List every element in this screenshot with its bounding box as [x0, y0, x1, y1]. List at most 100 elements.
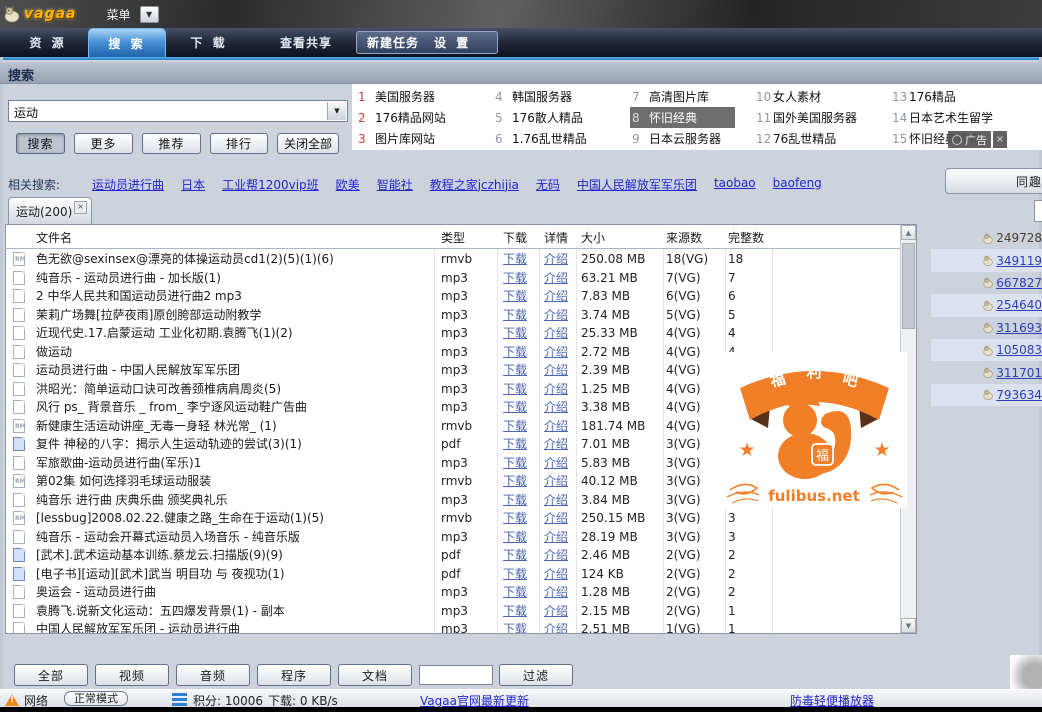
user-list-item[interactable]: 793634 — [931, 384, 1042, 406]
related-search-link[interactable]: baofeng — [773, 176, 822, 193]
download-link[interactable]: 下载 — [503, 583, 527, 602]
search-combobox[interactable]: 运动 ▼ — [8, 100, 348, 122]
table-row[interactable]: 近现代史.17.启蒙运动 工业化初期.袁腾飞(1)(2) mp3 下载 介绍 2… — [6, 324, 900, 343]
scrollbar-thumb[interactable] — [902, 243, 915, 329]
download-link[interactable]: 下载 — [503, 380, 527, 399]
download-link[interactable]: 下载 — [503, 602, 527, 621]
filter-all-button[interactable]: 全部 — [14, 664, 88, 686]
user-id-link[interactable]: 254640 — [996, 298, 1042, 312]
user-list-item[interactable]: 349119 — [931, 249, 1042, 271]
recommend-button[interactable]: 推荐 — [142, 133, 201, 154]
detail-link[interactable]: 介绍 — [544, 343, 568, 362]
related-search-link[interactable]: 运动员进行曲 — [92, 176, 164, 193]
detail-link[interactable]: 介绍 — [544, 509, 568, 528]
menu-label[interactable]: 菜单 — [107, 6, 131, 23]
detail-link[interactable]: 介绍 — [544, 361, 568, 380]
scroll-down-icon[interactable]: ▼ — [901, 618, 916, 633]
download-link[interactable]: 下载 — [503, 417, 527, 436]
detail-link[interactable]: 介绍 — [544, 454, 568, 473]
server-ad-item[interactable]: 3 图片库网站 — [356, 128, 440, 149]
search-button[interactable]: 搜索 — [16, 133, 65, 154]
server-ad-item[interactable]: 14 日本艺术生留学 — [890, 107, 998, 128]
header-download[interactable]: 下载 — [503, 229, 527, 246]
header-type[interactable]: 类型 — [441, 229, 465, 246]
table-row[interactable]: 纯音乐 - 运动会开幕式运动员入场音乐 - 纯音乐版 mp3 下载 介绍 28.… — [6, 528, 900, 547]
filter-video-button[interactable]: 视频 — [95, 664, 169, 686]
header-size[interactable]: 大小 — [581, 229, 605, 246]
server-ad-item[interactable]: 7 高清图片库 — [630, 86, 714, 107]
download-link[interactable]: 下载 — [503, 343, 527, 362]
detail-link[interactable]: 介绍 — [544, 324, 568, 343]
detail-link[interactable]: 介绍 — [544, 306, 568, 325]
table-row[interactable]: 色无欲@sexinsex@漂亮的体操运动员cd1(2)(5)(1)(6) rmv… — [6, 250, 900, 269]
related-search-link[interactable]: 教程之家jczhijia — [430, 176, 519, 193]
user-id-link[interactable]: 349119 — [996, 254, 1042, 268]
table-row[interactable]: 袁腾飞.说新文化运动：五四爆发背景(1) - 副本 mp3 下载 介绍 2.15… — [6, 602, 900, 621]
tab-close-icon[interactable]: × — [74, 201, 87, 214]
table-row[interactable]: [电子书][运动][武术]武当 明目功 与 夜视功(1) pdf 下载 介绍 1… — [6, 565, 900, 584]
user-id-link[interactable]: 311701 — [996, 366, 1042, 380]
settings-button[interactable]: 设 置 — [434, 34, 471, 51]
server-ad-item[interactable]: 5 176散人精品 — [493, 107, 588, 128]
new-task-button[interactable]: 新建任务 — [367, 34, 419, 51]
user-list-item[interactable]: 311693 — [931, 317, 1042, 339]
server-ad-item[interactable]: 12 76乱世精品 — [754, 128, 841, 149]
same-interest-button[interactable]: 同趣 — [945, 168, 1042, 194]
detail-link[interactable]: 介绍 — [544, 435, 568, 454]
server-ad-item[interactable]: 6 1.76乱世精品 — [493, 128, 592, 149]
tab-download[interactable]: 下 载 — [176, 28, 242, 57]
server-ad-item[interactable]: 11 国外美国服务器 — [754, 107, 862, 128]
detail-link[interactable]: 介绍 — [544, 546, 568, 565]
detail-link[interactable]: 介绍 — [544, 398, 568, 417]
related-search-link[interactable]: 智能社 — [377, 176, 413, 193]
menu-dropdown-button[interactable]: ▼ — [140, 6, 159, 23]
detail-link[interactable]: 介绍 — [544, 620, 568, 633]
detail-link[interactable]: 介绍 — [544, 269, 568, 288]
download-link[interactable]: 下载 — [503, 324, 527, 343]
download-link[interactable]: 下载 — [503, 509, 527, 528]
download-link[interactable]: 下载 — [503, 435, 527, 454]
detail-link[interactable]: 介绍 — [544, 602, 568, 621]
download-link[interactable]: 下载 — [503, 398, 527, 417]
filter-audio-button[interactable]: 音频 — [176, 664, 250, 686]
user-id-link[interactable]: 793634 — [996, 388, 1042, 402]
detail-link[interactable]: 介绍 — [544, 250, 568, 269]
filter-apply-button[interactable]: 过滤 — [499, 664, 573, 686]
header-sources[interactable]: 来源数 — [666, 229, 702, 246]
table-row[interactable]: [lessbug]2008.02.22.健康之路_生命在于运动(1)(5) rm… — [6, 509, 900, 528]
user-id-link[interactable]: 249728 — [996, 231, 1042, 245]
server-ad-item[interactable]: 8 怀旧经典 — [630, 107, 735, 128]
user-id-link[interactable]: 105083 — [996, 343, 1042, 357]
detail-link[interactable]: 介绍 — [544, 583, 568, 602]
related-search-link[interactable]: 工业帮1200vip班 — [222, 176, 319, 193]
detail-link[interactable]: 介绍 — [544, 417, 568, 436]
user-id-link[interactable]: 667827 — [996, 276, 1042, 290]
detail-link[interactable]: 介绍 — [544, 472, 568, 491]
filter-input[interactable] — [419, 665, 493, 685]
download-link[interactable]: 下载 — [503, 306, 527, 325]
detail-link[interactable]: 介绍 — [544, 380, 568, 399]
server-ad-item[interactable]: 4 韩国服务器 — [493, 86, 577, 107]
user-list-item[interactable]: 254640 — [931, 294, 1042, 316]
mode-button[interactable]: 正常模式 — [64, 691, 128, 706]
ad-close-icon[interactable]: × — [993, 131, 1007, 148]
related-search-link[interactable]: 无码 — [536, 176, 560, 193]
download-link[interactable]: 下载 — [503, 472, 527, 491]
table-row[interactable]: 茉莉广场舞[拉萨夜雨]原创胯部运动附教学 mp3 下载 介绍 3.74 MB 5… — [6, 306, 900, 325]
table-row[interactable]: 纯音乐 - 运动员进行曲 - 加长版(1) mp3 下载 介绍 63.21 MB… — [6, 269, 900, 288]
user-list-item[interactable]: 311701 — [931, 361, 1042, 383]
server-ad-item[interactable]: 10 女人素材 — [754, 86, 826, 107]
download-link[interactable]: 下载 — [503, 269, 527, 288]
ranking-button[interactable]: 排行 — [210, 133, 268, 154]
filter-document-button[interactable]: 文档 — [338, 664, 412, 686]
tab-search[interactable]: 搜 索 — [88, 28, 166, 57]
server-ad-item[interactable]: 1 美国服务器 — [356, 86, 440, 107]
server-ad-item[interactable]: 13 176精品 — [890, 86, 961, 107]
filter-program-button[interactable]: 程序 — [257, 664, 331, 686]
header-filename[interactable]: 文件名 — [36, 229, 72, 246]
table-row[interactable]: 中国人民解放军军乐团 - 运动员进行曲 mp3 下载 介绍 2.51 MB 1(… — [6, 620, 900, 633]
download-link[interactable]: 下载 — [503, 565, 527, 584]
user-list-item[interactable]: 249728 — [931, 227, 1042, 249]
right-panel-partial-control[interactable] — [1034, 200, 1042, 222]
download-link[interactable]: 下载 — [503, 250, 527, 269]
